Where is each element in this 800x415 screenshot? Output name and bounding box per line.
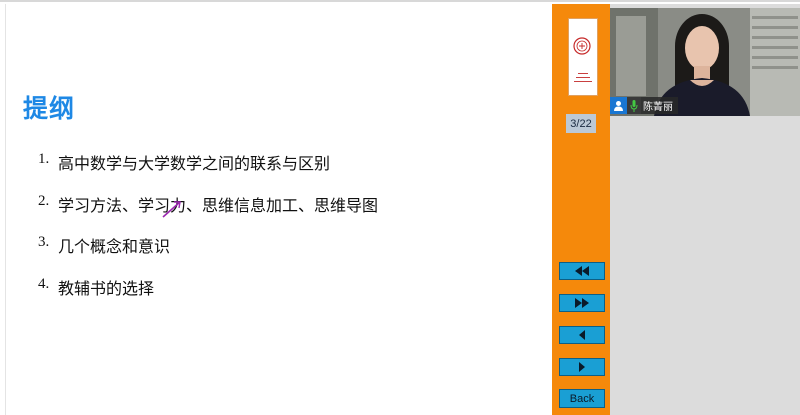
- first-page-button[interactable]: [559, 262, 605, 280]
- participant-name: 陈菁丽: [641, 97, 678, 114]
- right-arrow-icon: [579, 362, 585, 372]
- page-indicator: 3/22: [566, 114, 596, 133]
- list-item: 2. 学习方法、学习力、思维信息加工、思维导图: [38, 192, 378, 234]
- participant-name-tag: 陈菁丽: [610, 97, 678, 114]
- list-item: 4. 教辅书的选择: [38, 275, 378, 317]
- top-border: [0, 0, 800, 2]
- outline-list: 1. 高中数学与大学数学之间的联系与区别 2. 学习方法、学习力、思维信息加工、…: [38, 150, 378, 316]
- item-number: 2.: [38, 192, 50, 209]
- item-text: 高中数学与大学数学之间的联系与区别: [58, 154, 331, 173]
- list-item: 1. 高中数学与大学数学之间的联系与区别: [38, 150, 378, 192]
- seal-icon: [573, 37, 591, 55]
- pen-annotation: [162, 201, 181, 218]
- previous-page-button[interactable]: [559, 326, 605, 344]
- user-icon: [610, 97, 627, 114]
- last-page-button[interactable]: [559, 294, 605, 312]
- item-text: 学习方法、学习力、思维信息加工、思维导图: [58, 195, 379, 215]
- double-right-arrow-icon: [575, 298, 589, 308]
- logo-wordmark: [572, 70, 594, 82]
- item-number: 1.: [38, 151, 50, 167]
- item-number: 3.: [38, 234, 50, 250]
- item-text: 教辅书的选择: [58, 278, 155, 298]
- left-arrow-icon: [579, 330, 585, 340]
- double-left-arrow-icon: [575, 266, 589, 276]
- item-text: 几个概念和意识: [58, 237, 171, 256]
- university-logo: [568, 18, 598, 96]
- microphone-icon: [627, 97, 641, 114]
- item-number: 4.: [38, 275, 50, 292]
- slide-title: 提纲: [23, 94, 76, 123]
- list-item: 3. 几个概念和意识: [38, 233, 378, 275]
- back-button[interactable]: Back: [559, 389, 605, 408]
- next-page-button[interactable]: [559, 358, 605, 376]
